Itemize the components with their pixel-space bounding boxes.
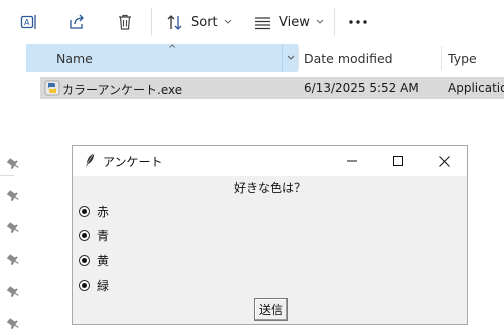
more-icon xyxy=(349,20,367,24)
radio-option-label: 緑 xyxy=(97,278,110,293)
toolbar-separator xyxy=(334,8,335,36)
rename-icon: A xyxy=(20,15,36,29)
radio-option[interactable]: 黄 xyxy=(79,251,109,269)
submit-button[interactable]: 送信 xyxy=(254,298,288,321)
file-type: Application xyxy=(448,81,504,95)
nav-divider xyxy=(0,175,14,176)
radio-option-label: 黄 xyxy=(97,253,110,268)
column-header-type[interactable]: Type xyxy=(448,51,477,66)
rename-button[interactable]: A xyxy=(14,6,44,38)
sort-icon xyxy=(167,14,182,30)
radio-option-label: 赤 xyxy=(97,204,110,219)
sort-button[interactable]: Sort xyxy=(162,6,232,38)
svg-text:A: A xyxy=(24,18,30,27)
pin-icon[interactable] xyxy=(6,284,20,298)
minimize-button[interactable] xyxy=(329,146,375,176)
close-icon xyxy=(438,155,450,167)
explorer-toolbar: A Sort View xyxy=(0,0,504,44)
chevron-down-icon xyxy=(316,19,324,24)
pin-icon[interactable] xyxy=(6,252,20,266)
minimize-icon xyxy=(347,160,357,162)
close-button[interactable] xyxy=(421,146,467,176)
radio-option-label: 青 xyxy=(97,228,110,243)
sort-ascending-icon: ^ xyxy=(168,44,177,55)
share-button[interactable] xyxy=(62,6,92,38)
dialog-title: アンケート xyxy=(103,155,163,169)
radio-button[interactable] xyxy=(79,279,90,291)
file-date-modified: 6/13/2025 5:52 AM xyxy=(304,81,419,95)
radio-option[interactable]: 赤 xyxy=(79,202,109,220)
navigation-pane xyxy=(0,44,26,336)
pin-icon[interactable] xyxy=(6,188,20,202)
column-divider[interactable] xyxy=(441,46,442,70)
column-header-name[interactable]: ^ Name xyxy=(26,44,282,72)
view-label: View xyxy=(279,14,310,30)
pin-icon[interactable] xyxy=(6,316,20,330)
radio-option[interactable]: 青 xyxy=(79,226,109,244)
radio-button[interactable] xyxy=(79,254,90,266)
radio-option[interactable]: 緑 xyxy=(79,276,109,294)
file-name: カラーアンケート.exe xyxy=(62,83,183,97)
survey-question-label: 好きな色は？ xyxy=(233,181,306,195)
maximize-icon xyxy=(393,156,403,166)
view-button[interactable]: View xyxy=(250,6,324,38)
tk-feather-icon xyxy=(86,154,94,168)
pin-icon[interactable] xyxy=(6,220,20,234)
view-icon xyxy=(255,16,270,29)
chevron-down-icon xyxy=(287,55,294,60)
survey-dialog-window: アンケート 好きな色は？ 赤 青 黄 緑 送信 xyxy=(72,145,468,325)
delete-icon xyxy=(119,14,131,30)
column-header-date-modified[interactable]: Date modified xyxy=(304,51,393,66)
more-options-button[interactable] xyxy=(344,6,372,38)
file-list-item[interactable]: カラーアンケート.exe 6/13/2025 5:52 AM Applicati… xyxy=(40,77,504,99)
share-icon xyxy=(70,14,84,29)
maximize-button[interactable] xyxy=(375,146,421,176)
chevron-down-icon xyxy=(224,19,232,24)
radio-button[interactable] xyxy=(79,229,90,241)
pin-icon[interactable] xyxy=(6,156,20,170)
dialog-title-bar[interactable]: アンケート xyxy=(73,146,467,176)
radio-button[interactable] xyxy=(79,205,90,217)
column-divider[interactable] xyxy=(298,46,299,70)
toolbar-separator xyxy=(151,8,152,36)
column-filter-dropdown[interactable] xyxy=(282,44,298,72)
sort-label: Sort xyxy=(191,14,218,30)
column-header-name-label: Name xyxy=(56,51,93,66)
python-executable-icon xyxy=(44,80,60,96)
column-header-row: ^ Name Date modified Type xyxy=(26,44,504,72)
delete-button[interactable] xyxy=(110,6,140,38)
